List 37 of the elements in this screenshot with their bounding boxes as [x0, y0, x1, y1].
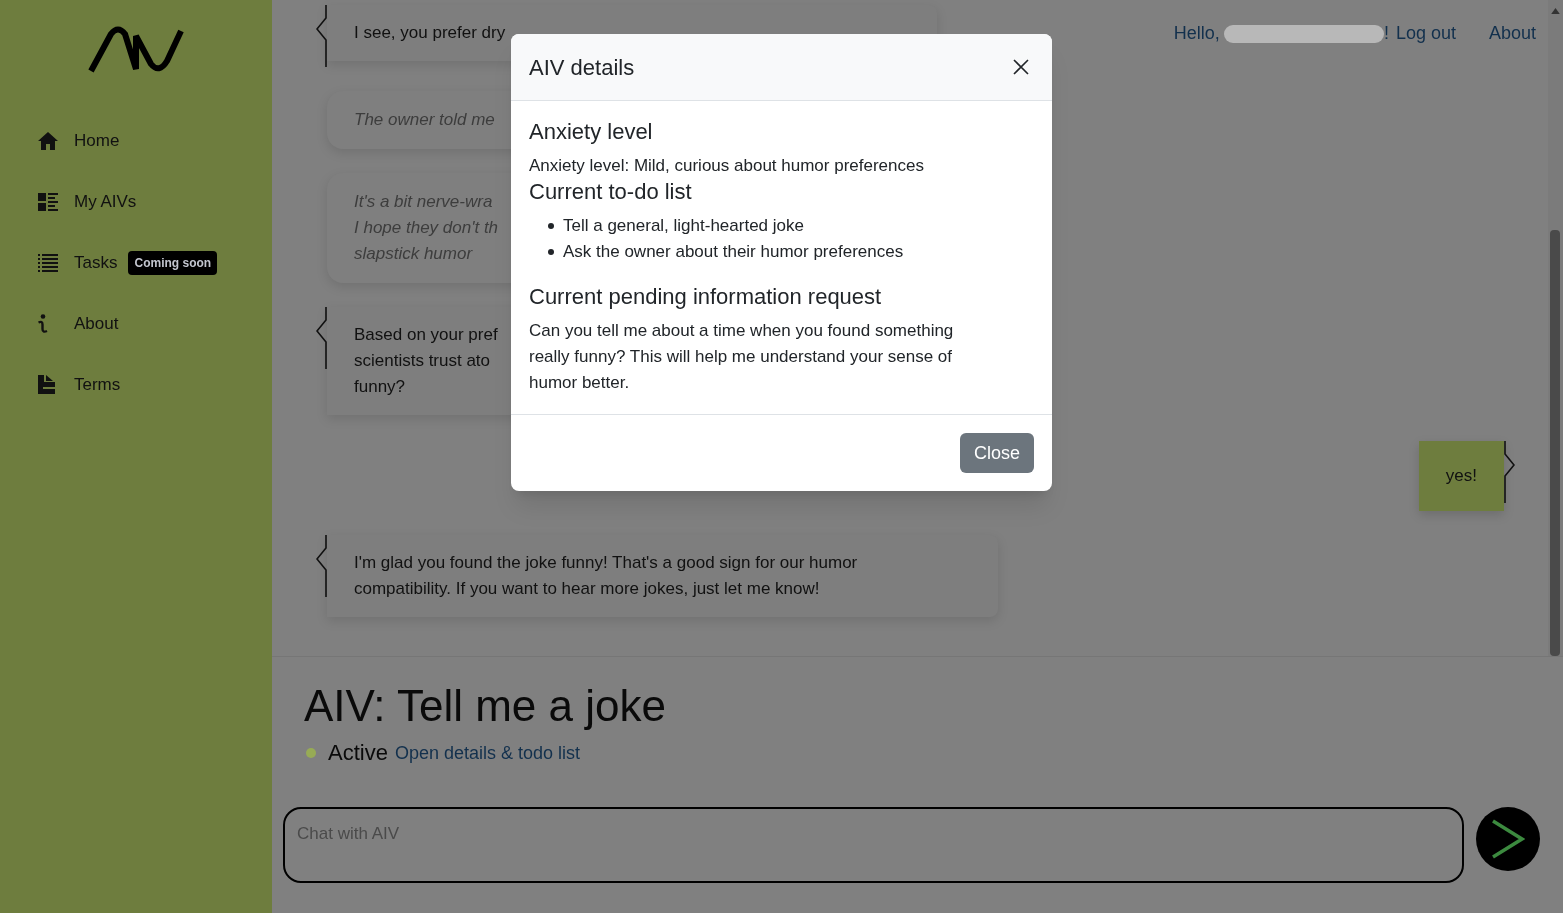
scrollbar-thumb[interactable]	[1550, 230, 1560, 656]
bullet-icon	[548, 249, 554, 255]
header-link[interactable]: About	[1488, 20, 1536, 47]
todo-item: Ask the owner about their humor preferences	[563, 241, 904, 264]
section-heading: Current pending information request	[529, 284, 883, 310]
close-button[interactable]: Close	[959, 433, 1034, 473]
info-icon	[38, 313, 48, 334]
bubble-tail-icon	[316, 535, 327, 597]
nav-link[interactable]: About	[38, 310, 119, 337]
grid-list-icon	[38, 192, 58, 211]
bullet-icon	[548, 223, 554, 229]
bubble-tail-icon	[316, 5, 327, 67]
nav-link[interactable]: Home	[38, 127, 120, 154]
section-heading: Anxiety level	[529, 119, 654, 145]
user-message: yes!	[1418, 441, 1504, 511]
section-heading: Current to-do list	[529, 179, 693, 205]
details-link[interactable]: Open details & todo list	[394, 739, 581, 767]
scrollbar[interactable]	[1548, 0, 1563, 656]
greeting-text: !	[1383, 22, 1389, 45]
bubble-tail-icon	[316, 307, 327, 369]
nav-link[interactable]: Tasks	[38, 249, 118, 276]
aiv-title: AIV: Tell me a joke	[304, 680, 666, 732]
greeting-text: Hello,	[1173, 22, 1220, 45]
status-label: Active	[328, 739, 388, 767]
nav-link[interactable]: Terms	[38, 371, 121, 398]
todo-item: Tell a general, light-hearted joke	[563, 215, 804, 238]
header-link[interactable]: Log out	[1395, 20, 1456, 47]
bot-message: I'm glad you found the joke funny! That's a good sign for our humor compatibility. If you want to hear more jokes, just let me know!	[327, 535, 998, 617]
nav-link[interactable]: My AIVs	[38, 188, 137, 215]
document-icon	[38, 375, 55, 394]
coming-soon-badge: Coming soon	[128, 250, 218, 275]
bubble-tail-icon	[1504, 441, 1515, 503]
chevron-right-icon	[1491, 819, 1525, 859]
list-icon	[38, 253, 58, 272]
scroll-up-arrow-icon[interactable]	[1551, 8, 1560, 14]
close-icon	[1013, 59, 1029, 75]
home-icon	[38, 131, 58, 150]
